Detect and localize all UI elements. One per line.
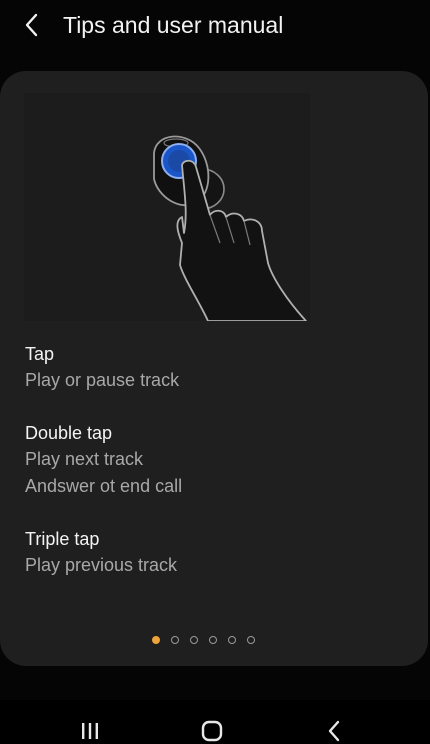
recent-apps-icon	[82, 723, 98, 739]
top-bar: Tips and user manual	[0, 0, 430, 50]
page-dot-2[interactable]	[171, 636, 179, 644]
gesture-card: Tap Play or pause track Double tap Play …	[0, 71, 428, 666]
page-dot-5[interactable]	[228, 636, 236, 644]
gesture-description: Play next track	[25, 449, 144, 469]
gesture-title: Triple tap	[25, 529, 100, 549]
chevron-left-icon	[25, 13, 38, 37]
home-icon	[201, 720, 223, 742]
page-dot-6[interactable]	[247, 636, 255, 644]
finger-tap-earbud-icon	[153, 135, 307, 322]
page-title: Tips and user manual	[63, 12, 284, 38]
home-button[interactable]	[192, 718, 232, 744]
gesture-item-double-tap: Double tap Play next track Andswer ot en…	[25, 420, 405, 499]
gesture-item-triple-tap: Triple tap Play previous track	[25, 526, 405, 579]
system-nav-bar	[0, 700, 430, 744]
screen: Tips and user manual Tap Play or pause t…	[0, 0, 430, 744]
illustration	[24, 93, 310, 322]
back-button[interactable]	[14, 8, 50, 42]
gesture-title: Double tap	[25, 423, 113, 443]
recent-apps-button[interactable]	[70, 718, 110, 744]
gesture-description: Andswer ot end call	[25, 475, 183, 496]
gesture-description: Play or pause track	[25, 370, 180, 390]
gesture-description: Play previous track	[25, 555, 178, 575]
page-dot-4[interactable]	[209, 636, 217, 644]
gesture-title: Tap	[25, 344, 55, 364]
gesture-item-tap: Tap Play or pause track	[25, 341, 405, 394]
page-indicator	[152, 636, 255, 644]
page-dot-1[interactable]	[152, 636, 160, 644]
nav-back-button[interactable]	[314, 718, 354, 744]
back-icon	[328, 720, 340, 742]
page-dot-3[interactable]	[190, 636, 198, 644]
